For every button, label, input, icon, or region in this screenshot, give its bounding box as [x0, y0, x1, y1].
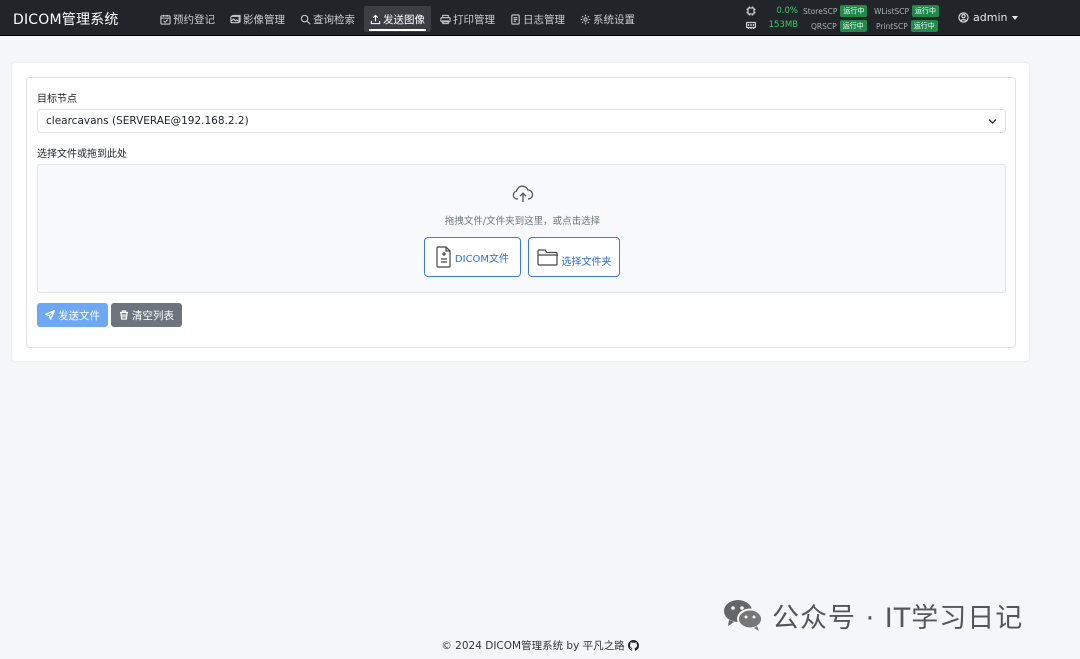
page-footer: © 2024 DICOM管理系统 by 平凡之路 [0, 638, 1080, 653]
nav-item-label: 系统设置 [593, 13, 635, 26]
nav-item-label: 发送图像 [383, 13, 425, 26]
nav-item-print[interactable]: 打印管理 [434, 6, 501, 32]
status-badge: 运行中 [839, 20, 867, 32]
file-select-label: 选择文件或拖到此处 [37, 149, 127, 160]
service-name: QRSCP [811, 21, 837, 31]
nav-item-label: 预约登记 [173, 13, 215, 26]
dropzone-hint: 拖拽文件/文件夹到这里，或点击选择 [444, 216, 601, 227]
clear-button-label: 清空列表 [132, 309, 174, 322]
file-medical-icon [436, 246, 451, 268]
nav-item-appointment[interactable]: 预约登记 [154, 6, 221, 32]
wechat-icon [724, 600, 763, 631]
service-row: QRSCP 运行中 PrintSCP 运行中 [803, 20, 945, 33]
nav-item-label: 查询检索 [313, 13, 355, 26]
github-icon[interactable] [627, 640, 639, 651]
service-storescp: StoreSCP 运行中 [803, 5, 868, 17]
wechat-watermark: 公众号 · IT学习日记 [722, 598, 1024, 634]
service-printscp: PrintSCP 运行中 [876, 20, 938, 32]
main-nav: 预约登记 影像管理 查询检索 发送图像 打印管理 日志管理 系统设置 [154, 6, 644, 32]
username: admin [973, 11, 1008, 24]
caret-down-icon [1012, 15, 1019, 20]
trash-icon [120, 310, 128, 320]
service-name: WListSCP [874, 6, 910, 16]
folder-icon [536, 249, 558, 266]
user-circle-icon [958, 12, 969, 23]
nav-item-search[interactable]: 查询检索 [294, 6, 361, 32]
service-status: StoreSCP 运行中 WListSCP 运行中 QRSCP 运行中 Prin… [803, 5, 945, 35]
service-row: StoreSCP 运行中 WListSCP 运行中 [803, 5, 945, 18]
select-dicom-file-button[interactable]: DICOM文件 [424, 237, 521, 277]
cpu-stat: 0.0% [746, 5, 798, 17]
nav-item-label: 日志管理 [523, 13, 565, 26]
nav-item-send-images[interactable]: 发送图像 [364, 6, 431, 32]
status-badge: 运行中 [912, 5, 940, 17]
file-dropzone[interactable]: 拖拽文件/文件夹到这里，或点击选择 DICOM文件 选择文件夹 [37, 164, 1006, 293]
send-icon [45, 310, 55, 320]
service-name: PrintSCP [876, 21, 908, 31]
folder-button-label: 选择文件夹 [561, 256, 612, 268]
target-node-label: 目标节点 [37, 94, 77, 105]
brand-title[interactable]: DICOM管理系统 [13, 9, 119, 29]
cpu-icon [746, 6, 756, 16]
memory-stat: 153MB [746, 19, 798, 31]
status-badge: 运行中 [910, 20, 938, 32]
memory-icon [746, 21, 756, 29]
footer-text: © 2024 DICOM管理系统 by 平凡之路 [441, 640, 625, 652]
watermark-text: 公众号 · IT学习日记 [772, 602, 1024, 634]
upload-icon [370, 14, 381, 24]
main-card: 目标节点 clearcavans (SERVERAE@192.168.2.2) … [12, 63, 1029, 361]
service-qrscp: QRSCP 运行中 [811, 20, 867, 32]
status-badge: 运行中 [840, 5, 868, 17]
send-files-button[interactable]: 发送文件 [37, 303, 108, 327]
memory-usage: 153MB [768, 20, 798, 30]
service-name: StoreSCP [803, 6, 838, 16]
calendar-check-icon [160, 14, 171, 25]
chevron-down-icon [988, 119, 997, 124]
search-icon [300, 14, 311, 24]
nav-item-settings[interactable]: 系统设置 [574, 6, 641, 32]
dicom-button-label: DICOM文件 [454, 253, 510, 265]
nav-item-images[interactable]: 影像管理 [224, 6, 291, 32]
journal-icon [511, 13, 520, 25]
send-form: 目标节点 clearcavans (SERVERAE@192.168.2.2) … [26, 77, 1016, 348]
target-node-value: clearcavans (SERVERAE@192.168.2.2) [46, 115, 249, 127]
cloud-upload-icon [512, 185, 534, 203]
select-folder-button[interactable]: 选择文件夹 [528, 237, 620, 277]
printer-icon [440, 14, 451, 24]
system-stats: 0.0% 153MB [746, 5, 798, 33]
target-node-select[interactable]: clearcavans (SERVERAE@192.168.2.2) [37, 109, 1006, 133]
cpu-usage: 0.0% [776, 6, 798, 16]
nav-item-label: 打印管理 [453, 13, 495, 26]
send-button-label: 发送文件 [58, 309, 100, 322]
clear-list-button[interactable]: 清空列表 [111, 303, 182, 327]
nav-item-label: 影像管理 [243, 13, 285, 26]
top-navbar: DICOM管理系统 预约登记 影像管理 查询检索 发送图像 打印管理 日志管理 [0, 0, 1080, 36]
images-icon [230, 14, 241, 23]
nav-item-logs[interactable]: 日志管理 [504, 6, 571, 32]
service-wlistscp: WListSCP 运行中 [874, 5, 940, 17]
gear-icon [580, 14, 591, 24]
user-menu[interactable]: admin [958, 11, 1019, 24]
